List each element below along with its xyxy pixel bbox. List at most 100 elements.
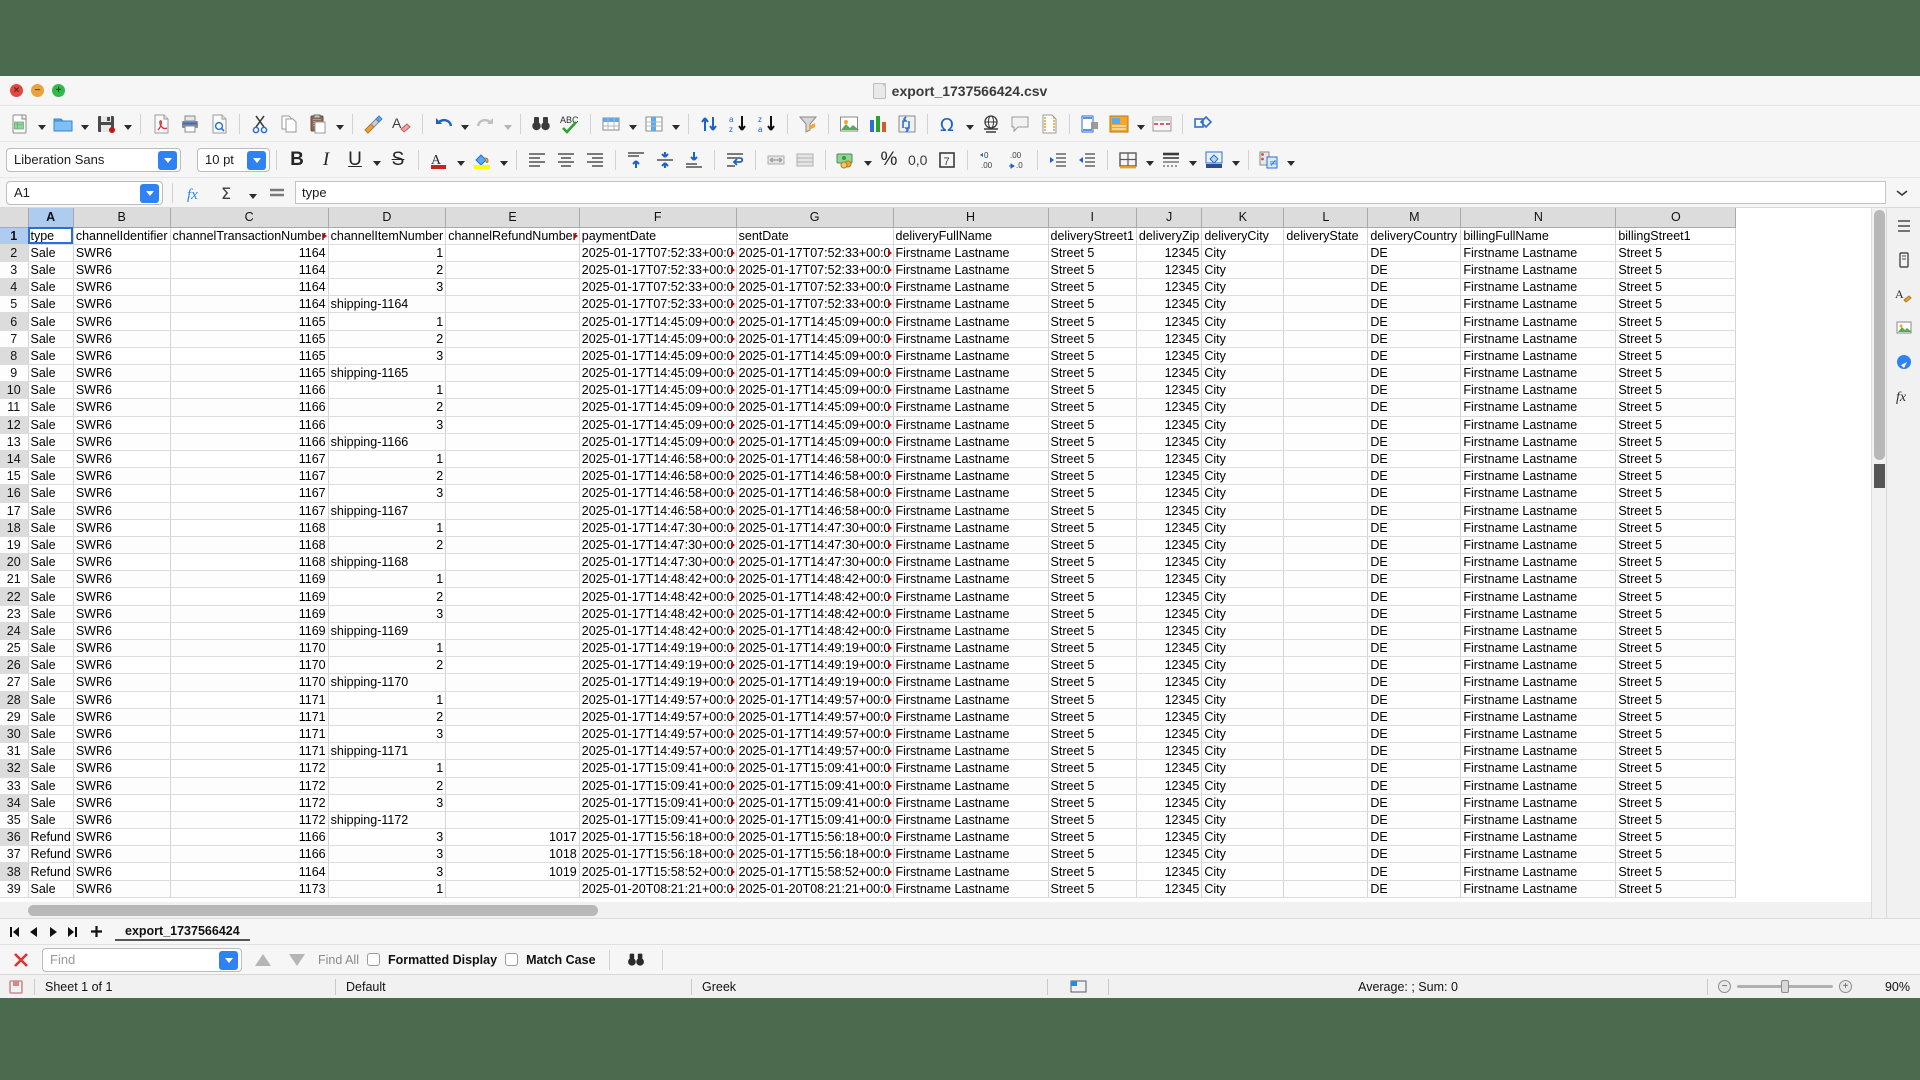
cell[interactable]: Street 5	[1615, 398, 1737, 417]
cell[interactable]: 2025-01-17T14:46:58+00:0	[579, 450, 737, 469]
table-row[interactable]: 33 Sale SWR6 1172 2 2025-01-17T15:09:41+00:0 2…	[0, 777, 1737, 795]
row-header-22[interactable]: 22	[0, 587, 29, 606]
cell[interactable]	[445, 587, 580, 606]
cell[interactable]: Sale	[28, 673, 74, 692]
cell[interactable]	[1283, 484, 1369, 503]
cell[interactable]: Street 5	[1048, 467, 1137, 486]
cell[interactable]	[445, 794, 580, 812]
cell[interactable]	[445, 622, 580, 641]
cell[interactable]: City	[1201, 416, 1285, 434]
row-header-21[interactable]: 21	[0, 570, 29, 589]
sheet-rows[interactable]: 1 type channelIdentifier channelTransaction…	[0, 227, 1737, 898]
cell[interactable]: Street 5	[1615, 845, 1737, 864]
cell[interactable]: 2025-01-17T14:46:58+00:0	[736, 484, 894, 503]
cell[interactable]	[1283, 777, 1369, 795]
cell[interactable]: 2025-01-17T14:48:42+00:0	[736, 570, 894, 589]
cell[interactable]: 2	[328, 467, 447, 486]
cell[interactable]: 1166	[170, 433, 329, 451]
define-print-area-dropdown[interactable]	[1134, 110, 1147, 138]
row-header-12[interactable]: 12	[0, 416, 29, 434]
cell[interactable]: Firstname Lastname	[1460, 381, 1617, 400]
cell[interactable]: Sale	[28, 330, 74, 348]
cell[interactable]: Firstname Lastname	[893, 416, 1049, 434]
cell[interactable]: Street 5	[1615, 347, 1737, 366]
row-header-6[interactable]: 6	[0, 312, 29, 331]
row-header-19[interactable]: 19	[0, 536, 29, 555]
cell[interactable]	[1283, 622, 1369, 641]
cell[interactable]: Firstname Lastname	[1460, 673, 1617, 692]
cell[interactable]	[445, 673, 580, 692]
cell[interactable]: shipping-1166	[328, 433, 447, 451]
cell[interactable]	[1283, 398, 1369, 417]
cell[interactable]: 1166	[170, 398, 329, 417]
cell[interactable]: Sale	[28, 519, 74, 537]
cell[interactable]: 2	[328, 398, 447, 417]
cell[interactable]: 12345	[1136, 708, 1203, 726]
cell[interactable]: 1169	[170, 605, 329, 623]
cell[interactable]: Sale	[28, 484, 74, 503]
cell[interactable]: Sale	[28, 777, 74, 795]
cell[interactable]: 2025-01-17T14:48:42+00:0	[736, 605, 894, 623]
hyperlink-button[interactable]	[977, 110, 1005, 138]
cell[interactable]	[445, 880, 580, 898]
cell[interactable]: Street 5	[1048, 381, 1137, 400]
cell[interactable]: DE	[1367, 416, 1462, 434]
print-button[interactable]	[176, 110, 204, 138]
undo-button[interactable]	[429, 110, 457, 138]
cell[interactable]: 1019	[445, 862, 580, 881]
cell[interactable]: shipping-1167	[328, 502, 447, 520]
cell[interactable]: City	[1201, 794, 1285, 812]
cell[interactable]: City	[1201, 484, 1285, 503]
cell[interactable]: SWR6	[73, 656, 171, 675]
cell[interactable]: Refund	[28, 828, 74, 847]
cell[interactable]: City	[1201, 312, 1285, 331]
cell[interactable]: 1173	[170, 880, 329, 898]
cell[interactable]	[445, 656, 580, 675]
cell[interactable]: deliveryStreet1	[1048, 227, 1137, 245]
cell[interactable]: 12345	[1136, 691, 1203, 709]
cell[interactable]: 12345	[1136, 433, 1203, 451]
cell[interactable]: Firstname Lastname	[1460, 347, 1617, 366]
cell[interactable]	[445, 536, 580, 555]
cell[interactable]: 12345	[1136, 587, 1203, 606]
cell[interactable]: 2025-01-17T14:48:42+00:0	[579, 622, 737, 641]
cell[interactable]: 1	[328, 880, 447, 898]
cell[interactable]: DE	[1367, 605, 1462, 623]
cell[interactable]: 1	[328, 570, 447, 589]
cell[interactable]: Sale	[28, 759, 74, 778]
cell[interactable]: 12345	[1136, 244, 1203, 262]
font-color-button[interactable]: A	[425, 146, 453, 174]
column-header-i[interactable]: I	[1048, 208, 1137, 228]
aggregate-status[interactable]: Average: ; Sum: 0	[1109, 975, 1707, 998]
table-row[interactable]: 35 Sale SWR6 1172 shipping-1172 2025-01-17T15…	[0, 811, 1737, 830]
cell[interactable]: 2025-01-17T15:56:18+00:0	[736, 828, 894, 847]
sidebar-item-properties[interactable]	[1890, 246, 1918, 274]
cell[interactable]	[1283, 811, 1369, 830]
cell[interactable]: Firstname Lastname	[893, 880, 1049, 898]
column-header-h[interactable]: H	[893, 208, 1049, 228]
cell[interactable]: 2025-01-17T14:45:09+00:0	[579, 398, 737, 417]
cell[interactable]: 2025-01-17T14:47:30+00:0	[579, 553, 737, 572]
cell[interactable]: SWR6	[73, 691, 171, 709]
cell[interactable]: 12345	[1136, 553, 1203, 572]
hscroll-thumb[interactable]	[28, 904, 598, 916]
export-pdf-button[interactable]	[147, 110, 175, 138]
row-header-33[interactable]: 33	[0, 777, 29, 795]
cell[interactable]: Firstname Lastname	[893, 605, 1049, 623]
cell[interactable]: Street 5	[1048, 553, 1137, 572]
match-case-checkbox[interactable]	[505, 953, 519, 966]
cell[interactable]: Firstname Lastname	[893, 570, 1049, 589]
table-row[interactable]: 18 Sale SWR6 1168 1 2025-01-17T14:47:30+00:0 2…	[0, 519, 1737, 537]
cell[interactable]	[445, 519, 580, 537]
cell[interactable]: DE	[1367, 862, 1462, 881]
print-preview-button[interactable]	[205, 110, 233, 138]
zoom-slider[interactable]: − +	[1708, 975, 1862, 998]
cell[interactable]: Street 5	[1048, 536, 1137, 555]
table-row[interactable]: 6 Sale SWR6 1165 1 2025-01-17T14:45:09+00:0 20…	[0, 312, 1737, 331]
cell[interactable]: 1	[328, 759, 447, 778]
cell[interactable]: 2025-01-17T15:58:52+00:0	[736, 862, 894, 881]
cell[interactable]: 12345	[1136, 364, 1203, 383]
row-header-4[interactable]: 4	[0, 278, 29, 297]
column-header-e[interactable]: E	[445, 208, 580, 228]
table-row[interactable]: 30 Sale SWR6 1171 3 2025-01-17T14:49:57+00:0 2…	[0, 725, 1737, 744]
